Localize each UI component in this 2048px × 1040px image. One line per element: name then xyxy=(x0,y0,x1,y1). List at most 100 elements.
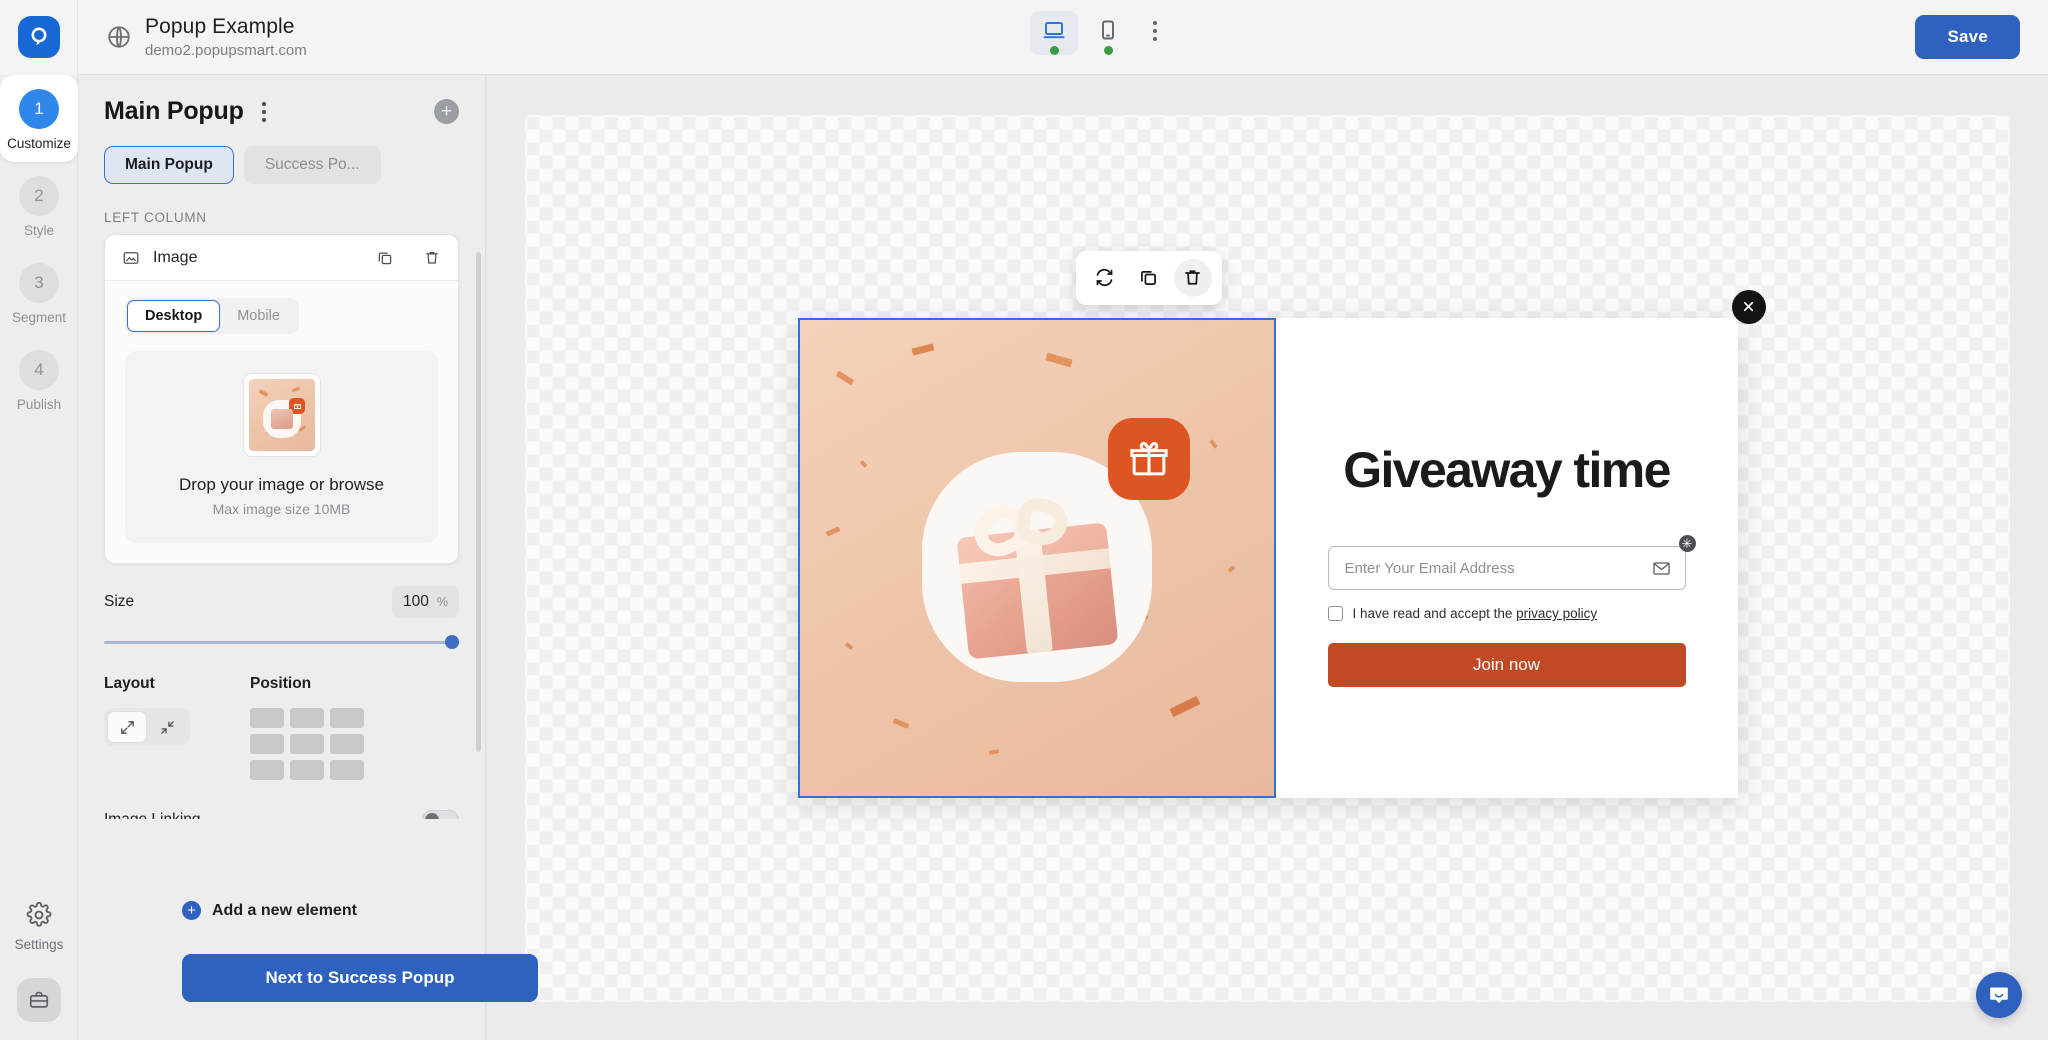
popupsmart-logo-icon[interactable] xyxy=(17,16,60,58)
email-field-wrap: ✳ xyxy=(1327,535,1696,590)
image-linking-label: Image Linking xyxy=(104,811,201,819)
popup-form-block: Giveaway time ✳ I have read and accept xyxy=(1276,289,1766,798)
consent-row: I have read and accept the privacy polic… xyxy=(1327,606,1686,621)
size-unit: % xyxy=(436,595,448,609)
layout-label: Layout xyxy=(104,675,155,692)
join-now-button[interactable]: Join now xyxy=(1327,643,1686,687)
step-label: Segment xyxy=(11,310,67,325)
consent-prefix: I have read and accept the xyxy=(1352,606,1517,621)
trash-icon[interactable] xyxy=(1173,258,1212,297)
size-value: 100 xyxy=(403,593,429,610)
step-number: 4 xyxy=(19,350,59,390)
tab-main-popup[interactable]: Main Popup xyxy=(104,146,234,184)
consent-label: I have read and accept the privacy polic… xyxy=(1353,606,1598,621)
position-cell[interactable] xyxy=(250,760,284,780)
sidebar-item-publish[interactable]: 4 Publish xyxy=(0,336,78,423)
view-tab-mobile[interactable]: Mobile xyxy=(220,300,297,332)
position-group: Position xyxy=(250,675,364,780)
privacy-policy-link[interactable]: privacy policy xyxy=(1516,606,1597,621)
briefcase-icon[interactable] xyxy=(17,978,61,1022)
image-thumbnail xyxy=(242,373,321,457)
position-cell[interactable] xyxy=(290,760,324,780)
popup-image-block[interactable] xyxy=(797,317,1276,798)
collapse-icon[interactable] xyxy=(147,711,187,743)
duplicate-icon[interactable] xyxy=(1130,259,1168,297)
layout-group: Layout xyxy=(104,675,190,780)
envelope-icon xyxy=(1652,559,1671,583)
popup-tabs: Main Popup Success Po... xyxy=(78,126,485,184)
device-toggle-mobile[interactable] xyxy=(1084,11,1132,55)
chat-bubble-icon[interactable] xyxy=(1976,972,2022,1018)
tab-success-popup[interactable]: Success Po... xyxy=(243,146,381,184)
image-element-card: Image Desktop Mobile Drop your image or … xyxy=(104,234,459,564)
slider-knob[interactable] xyxy=(445,635,459,649)
image-dropzone[interactable]: Drop your image or browse Max image size… xyxy=(125,351,438,543)
gear-icon xyxy=(26,901,52,931)
more-vertical-icon[interactable] xyxy=(1138,14,1172,48)
replace-icon[interactable] xyxy=(1086,259,1124,297)
position-cell[interactable] xyxy=(290,734,324,754)
image-linking-toggle[interactable] xyxy=(422,810,459,819)
panel-scrollbar[interactable] xyxy=(476,252,481,752)
view-tab-desktop[interactable]: Desktop xyxy=(127,300,221,332)
settings-label: Settings xyxy=(14,937,64,952)
device-toggle-desktop[interactable] xyxy=(1030,11,1078,55)
position-cell[interactable] xyxy=(330,760,364,780)
position-grid xyxy=(250,708,364,780)
device-toggle-group xyxy=(1030,11,1172,55)
step-number: 2 xyxy=(19,176,59,216)
step-number: 1 xyxy=(19,89,59,129)
size-slider[interactable] xyxy=(104,635,459,649)
gift-box-illustration xyxy=(797,317,1276,798)
element-floating-toolbar xyxy=(1075,250,1222,305)
image-element-header: Image xyxy=(105,235,458,281)
add-new-element-label: Add a new element xyxy=(212,901,357,919)
size-label: Size xyxy=(104,593,135,610)
position-cell[interactable] xyxy=(250,734,284,754)
dropzone-subtitle: Max image size 10MB xyxy=(212,501,351,517)
plus-circle-icon[interactable]: + xyxy=(434,99,459,124)
image-icon xyxy=(122,249,140,267)
panel-more-vertical-icon[interactable] xyxy=(253,99,275,125)
sidebar-item-customize[interactable]: 1 Customize xyxy=(0,75,78,162)
top-bar: Popup Example demo2.popupsmart.com Save xyxy=(0,0,2048,75)
position-cell[interactable] xyxy=(290,708,324,728)
position-cell[interactable] xyxy=(250,708,284,728)
popup-headline: Giveaway time xyxy=(1343,441,1671,498)
position-cell[interactable] xyxy=(330,734,364,754)
view-mode-toggle: Desktop Mobile xyxy=(125,298,299,334)
expand-icon[interactable] xyxy=(107,711,147,743)
save-button[interactable]: Save xyxy=(1915,15,2020,59)
trash-icon[interactable] xyxy=(423,249,441,267)
next-to-success-popup-button[interactable]: Next to Success Popup xyxy=(182,954,538,1002)
popup-preview: Giveaway time ✳ I have read and accept xyxy=(797,250,1766,798)
step-label: Style xyxy=(23,223,54,238)
preview-canvas: Giveaway time ✳ I have read and accept xyxy=(487,75,2048,1040)
gift-icon xyxy=(1108,418,1191,501)
site-info: Popup Example demo2.popupsmart.com xyxy=(106,15,307,59)
close-icon[interactable] xyxy=(1731,289,1766,324)
size-row: Size 100 % xyxy=(78,586,485,618)
position-label: Position xyxy=(250,675,312,692)
image-linking-row: Image Linking xyxy=(78,810,485,819)
layout-toggle xyxy=(104,708,190,746)
size-field[interactable]: 100 % xyxy=(392,586,459,618)
globe-icon xyxy=(106,24,132,50)
sidebar-item-segment[interactable]: 3 Segment xyxy=(0,249,78,336)
editor-panel: Main Popup + Main Popup Success Po... LE… xyxy=(78,75,538,1040)
panel-title: Main Popup xyxy=(104,97,244,125)
add-new-element-button[interactable]: + Add a new element xyxy=(182,901,357,920)
site-url: demo2.popupsmart.com xyxy=(145,41,307,59)
step-number: 3 xyxy=(19,263,59,303)
consent-checkbox[interactable] xyxy=(1327,606,1343,621)
email-field[interactable] xyxy=(1327,546,1686,590)
duplicate-icon[interactable] xyxy=(376,249,394,267)
brand-cell xyxy=(0,0,78,75)
step-label: Customize xyxy=(7,136,71,151)
sidebar-item-settings[interactable]: Settings xyxy=(0,901,78,952)
dropzone-title: Drop your image or browse xyxy=(178,475,385,494)
image-element-name: Image xyxy=(153,248,198,266)
sidebar-item-style[interactable]: 2 Style xyxy=(0,162,78,249)
panel-header: Main Popup + xyxy=(78,75,485,126)
position-cell[interactable] xyxy=(330,708,364,728)
